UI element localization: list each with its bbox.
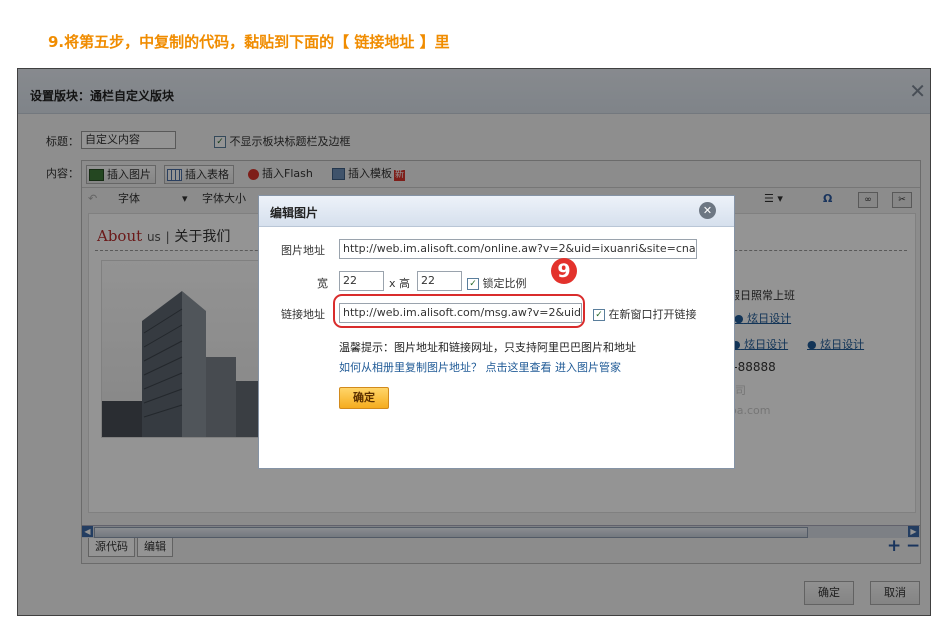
tip-links: 如何从相册里复制图片地址？ 点击这里查看 进入图片管家 <box>339 359 621 375</box>
dialog-titlebar: 编辑图片 ✕ <box>259 196 734 227</box>
help-link[interactable]: 如何从相册里复制图片地址？ <box>339 361 482 374</box>
dialog-confirm-button[interactable]: 确定 <box>339 387 389 409</box>
width-label: 宽 <box>317 277 328 290</box>
step-title: 9.将第五步，中复制的代码，黏贴到下面的【 链接地址 】里 <box>48 33 450 51</box>
image-manager-link[interactable]: 进入图片管家 <box>555 361 621 374</box>
checkbox-icon[interactable]: ✓ <box>467 278 479 290</box>
link-url-label: 链接地址 <box>281 308 325 321</box>
new-window-label: 在新窗口打开链接 <box>608 308 697 321</box>
image-url-input[interactable]: http://web.im.alisoft.com/online.aw?v=2&… <box>339 239 697 259</box>
checkbox-icon[interactable]: ✓ <box>593 309 605 321</box>
dialog-title: 编辑图片 <box>270 206 319 220</box>
click-here-link[interactable]: 点击这里查看 <box>486 361 552 374</box>
lock-ratio-option[interactable]: ✓ 锁定比例 <box>467 275 527 291</box>
image-url-label: 图片地址 <box>281 244 325 257</box>
highlight-box <box>333 294 585 328</box>
step-number-badge: 9 <box>551 258 577 284</box>
edit-image-dialog: 编辑图片 ✕ 图片地址 http://web.im.alisoft.com/on… <box>258 195 735 469</box>
tip-text: 温馨提示：图片地址和链接网址，只支持阿里巴巴图片和地址 <box>339 341 636 354</box>
new-window-option[interactable]: ✓ 在新窗口打开链接 <box>593 306 697 322</box>
dialog-close-icon[interactable]: ✕ <box>699 202 716 219</box>
height-input[interactable]: 22 <box>417 271 462 291</box>
height-label: x 高 <box>389 277 411 290</box>
width-input[interactable]: 22 <box>339 271 384 291</box>
lock-ratio-label: 锁定比例 <box>482 277 527 290</box>
